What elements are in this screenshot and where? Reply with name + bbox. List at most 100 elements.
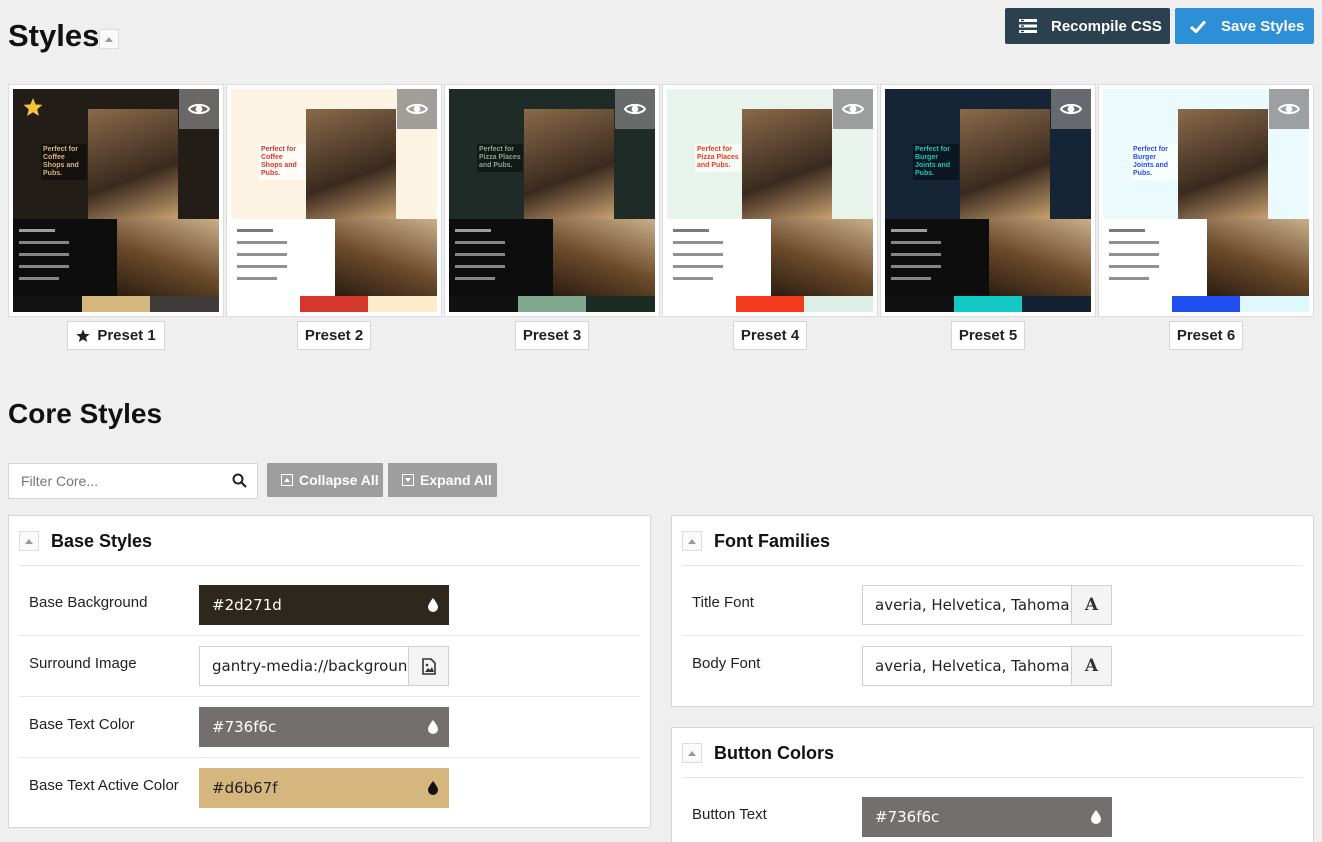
color-drop-icon[interactable] <box>428 720 438 738</box>
title-font-field[interactable]: averia, Helvetica, Tahoma, <box>862 585 1072 625</box>
color-drop-icon[interactable] <box>428 598 438 616</box>
checkmark-icon <box>1189 17 1207 35</box>
eye-icon[interactable] <box>1051 89 1091 129</box>
preset-label-text: Preset 6 <box>1176 327 1236 344</box>
expand-all-label: Expand All <box>420 472 492 488</box>
surround-image-label: Surround Image <box>29 655 137 672</box>
preset-label-text: Preset 1 <box>97 327 156 344</box>
recompile-css-button[interactable]: Recompile CSS <box>1005 8 1170 44</box>
base-background-color-field[interactable]: #2d271d <box>199 585 449 625</box>
save-styles-label: Save Styles <box>1221 17 1305 35</box>
preset-card-2[interactable]: Perfect for Coffee Shops and Pubs. <box>226 84 442 317</box>
styles-collapse-toggle[interactable] <box>99 29 119 49</box>
preset-promo-text: Perfect for Burger Joints and Pubs. <box>913 144 959 180</box>
preset-label-text: Preset 3 <box>522 327 582 344</box>
base-styles-card: Base Styles Base Background #2d271d Surr… <box>8 515 651 828</box>
filter-core-input[interactable] <box>9 473 219 489</box>
base-text-color-row: Base Text Color #736f6c <box>19 697 640 758</box>
filter-core-field[interactable] <box>8 463 258 499</box>
font-families-title: Font Families <box>714 531 831 551</box>
preset-label-3[interactable]: Preset 3 <box>515 321 589 350</box>
button-text-row: Button Text #736f6c <box>682 787 1303 842</box>
base-text-color-label: Base Text Color <box>29 716 135 733</box>
font-a-icon: A <box>1084 595 1099 615</box>
button-colors-collapse-toggle[interactable] <box>682 743 702 763</box>
recompile-css-label: Recompile CSS <box>1051 17 1162 35</box>
font-families-header: Font Families <box>682 516 1303 566</box>
preset-card-3[interactable]: Perfect for Pizza Places and Pubs. <box>444 84 660 317</box>
base-styles-collapse-toggle[interactable] <box>19 531 39 551</box>
collapse-all-button[interactable]: Collapse All <box>267 463 383 497</box>
image-picker-button[interactable] <box>408 646 449 686</box>
font-picker-button[interactable]: A <box>1071 646 1112 686</box>
collapse-square-icon <box>281 474 293 486</box>
eye-icon[interactable] <box>1269 89 1309 129</box>
surround-image-field[interactable]: gantry-media://backgroun <box>199 646 409 686</box>
button-text-label: Button Text <box>692 806 767 823</box>
font-a-icon: A <box>1084 656 1099 676</box>
preset-label-text: Preset 5 <box>958 327 1018 344</box>
preset-promo-text: Perfect for Coffee Shops and Pubs. <box>41 144 87 180</box>
button-text-color-field[interactable]: #736f6c <box>862 797 1112 837</box>
button-colors-card: Button Colors Button Text #736f6c <box>671 727 1314 842</box>
font-picker-button[interactable]: A <box>1071 585 1112 625</box>
preset-color-swatches <box>885 296 1092 312</box>
body-font-field[interactable]: averia, Helvetica, Tahoma, <box>862 646 1072 686</box>
base-text-active-row: Base Text Active Color #d6b67f <box>19 758 640 819</box>
preset-promo-text: Perfect for Pizza Places and Pubs. <box>695 144 741 172</box>
search-icon[interactable] <box>232 473 247 493</box>
save-styles-button[interactable]: Save Styles <box>1175 8 1314 44</box>
color-drop-icon[interactable] <box>1091 810 1101 828</box>
base-text-active-color-field[interactable]: #d6b67f <box>199 768 449 808</box>
triangle-up-icon <box>688 750 696 756</box>
page-title: Styles <box>8 18 100 53</box>
button-colors-header: Button Colors <box>682 728 1303 778</box>
image-file-icon <box>421 657 436 675</box>
preset-card-4[interactable]: Perfect for Pizza Places and Pubs. <box>662 84 878 317</box>
star-icon <box>76 328 90 343</box>
preset-color-swatches <box>1103 296 1310 312</box>
base-text-active-label: Base Text Active Color <box>29 777 179 794</box>
base-text-color-field[interactable]: #736f6c <box>199 707 449 747</box>
eye-icon[interactable] <box>397 89 437 129</box>
eye-icon[interactable] <box>179 89 219 129</box>
core-styles-title: Core Styles <box>8 398 163 429</box>
title-font-row: Title Font averia, Helvetica, Tahoma, A <box>682 575 1303 636</box>
base-text-active-value: #d6b67f <box>212 779 278 797</box>
button-text-value: #736f6c <box>875 808 940 826</box>
triangle-up-icon <box>688 538 696 544</box>
preset-promo-text: Perfect for Pizza Places and Pubs. <box>477 144 523 172</box>
triangle-up-icon <box>25 538 33 544</box>
preset-color-swatches <box>449 296 656 312</box>
base-background-row: Base Background #2d271d <box>19 575 640 636</box>
base-background-value: #2d271d <box>212 596 282 614</box>
body-font-row: Body Font averia, Helvetica, Tahoma, A <box>682 636 1303 697</box>
preset-color-swatches <box>13 296 220 312</box>
preset-card-1[interactable]: Perfect for Coffee Shops and Pubs. <box>8 84 224 317</box>
eye-icon[interactable] <box>833 89 873 129</box>
base-text-color-value: #736f6c <box>212 718 277 736</box>
list-icon <box>1019 17 1037 35</box>
title-font-label: Title Font <box>692 594 754 611</box>
expand-all-button[interactable]: Expand All <box>388 463 497 497</box>
expand-square-icon <box>402 474 414 486</box>
button-colors-title: Button Colors <box>714 743 834 763</box>
preset-label-text: Preset 2 <box>304 327 364 344</box>
eye-icon[interactable] <box>615 89 655 129</box>
font-families-collapse-toggle[interactable] <box>682 531 702 551</box>
preset-label-6[interactable]: Preset 6 <box>1169 321 1243 350</box>
preset-label-5[interactable]: Preset 5 <box>951 321 1025 350</box>
active-star-icon <box>13 89 53 125</box>
color-drop-icon[interactable] <box>428 781 438 799</box>
preset-promo-text: Perfect for Burger Joints and Pubs. <box>1131 144 1177 180</box>
preset-label-1[interactable]: Preset 1 <box>67 321 165 350</box>
preset-label-4[interactable]: Preset 4 <box>733 321 807 350</box>
collapse-all-label: Collapse All <box>299 472 379 488</box>
preset-card-6[interactable]: Perfect for Burger Joints and Pubs. <box>1098 84 1314 317</box>
preset-card-5[interactable]: Perfect for Burger Joints and Pubs. <box>880 84 1096 317</box>
base-styles-header: Base Styles <box>19 516 640 566</box>
base-background-label: Base Background <box>29 594 148 611</box>
preset-promo-text: Perfect for Coffee Shops and Pubs. <box>259 144 305 180</box>
preset-label-2[interactable]: Preset 2 <box>297 321 371 350</box>
triangle-up-icon <box>105 36 113 42</box>
